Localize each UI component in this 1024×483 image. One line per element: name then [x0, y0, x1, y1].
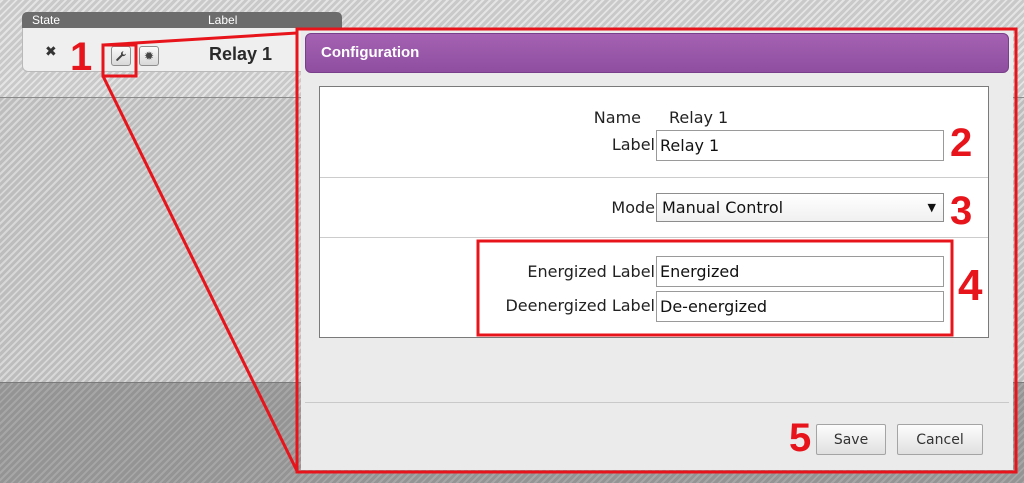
name-label: Name — [593, 108, 641, 127]
label-input[interactable]: Relay 1 — [656, 130, 944, 161]
gear-icon[interactable]: ✹ — [139, 46, 159, 66]
name-value: Relay 1 — [669, 108, 729, 127]
callout-4: 4 — [958, 261, 983, 310]
state-labels-section: Energized Label Energized Deenergized La… — [320, 238, 988, 338]
energized-label-label: Energized Label — [527, 262, 655, 281]
wrench-icon-glyph — [116, 51, 126, 61]
mode-section: Mode Manual Control ▼ — [320, 178, 988, 238]
dialog-header: Configuration — [305, 33, 1009, 73]
configuration-dialog: Configuration Name Relay 1 Label Relay 1… — [301, 29, 1013, 470]
callout-1: 1 — [70, 35, 93, 79]
callout-3: 3 — [950, 189, 973, 233]
chevron-down-icon: ▼ — [927, 201, 936, 214]
label-column-header: Label — [208, 13, 238, 27]
wrench-icon[interactable] — [111, 46, 131, 66]
callout-2: 2 — [950, 121, 973, 165]
relay-table-header: State Label — [22, 12, 342, 28]
deenergized-label-input[interactable]: De-energized — [656, 291, 944, 322]
deenergized-label-label: Deenergized Label — [505, 296, 655, 315]
dialog-title: Configuration — [321, 44, 420, 61]
save-button[interactable]: Save — [816, 424, 886, 455]
label-field-label: Label — [611, 135, 655, 154]
config-form: Name Relay 1 Label Relay 1 Mode Manual C… — [319, 86, 989, 338]
mode-select[interactable]: Manual Control ▼ — [656, 193, 944, 222]
mode-label: Mode — [611, 198, 655, 217]
state-column-header: State — [32, 13, 61, 27]
relay-label: Relay 1 — [209, 44, 273, 64]
energized-label-input[interactable]: Energized — [656, 256, 944, 287]
mode-select-value: Manual Control — [662, 198, 784, 217]
callout-5: 5 — [789, 416, 812, 460]
dialog-divider — [305, 402, 1009, 403]
close-icon: ✖ — [45, 44, 57, 60]
cancel-button[interactable]: Cancel — [897, 424, 983, 455]
name-section: Name Relay 1 Label Relay 1 — [320, 87, 988, 178]
